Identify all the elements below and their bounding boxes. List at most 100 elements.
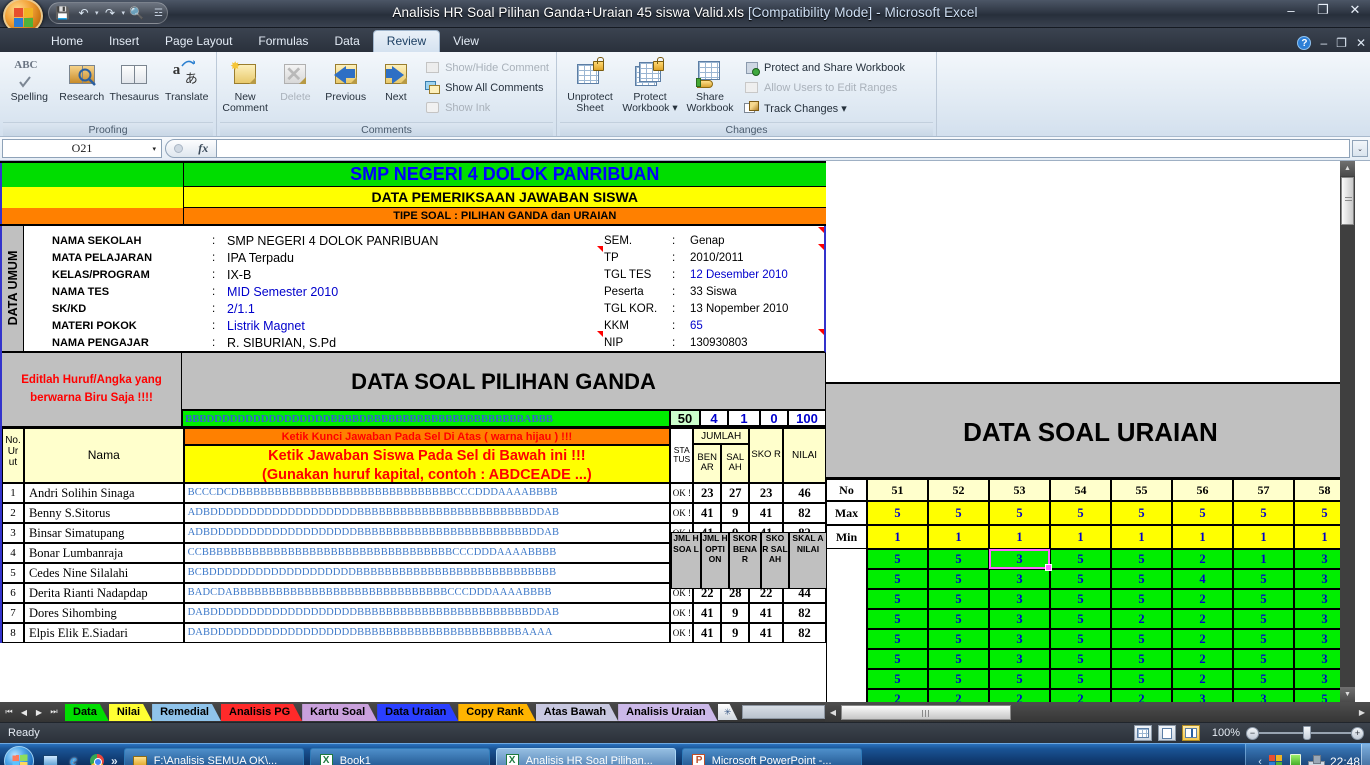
uraian-min-row-cell[interactable]: 1: [1111, 525, 1172, 549]
uraian-score-row-cell[interactable]: 2: [1050, 689, 1111, 702]
zoom-thumb[interactable]: [1303, 726, 1311, 740]
uraian-score-row-cell[interactable]: 2: [1172, 669, 1233, 689]
uraian-score-row-cell[interactable]: 3: [989, 549, 1052, 571]
uraian-score-row-cell[interactable]: 5: [867, 569, 928, 589]
student-no-cell[interactable]: 8: [2, 622, 24, 643]
clock[interactable]: 22:48: [1330, 755, 1360, 765]
quick-launch-more-icon[interactable]: »: [111, 754, 118, 765]
student-answers-cell[interactable]: CCBBBBBBBBBBBBBBBBBBBBBBBBBBBBBBBBBBBCCC…: [183, 542, 671, 563]
show-desktop-icon[interactable]: [42, 753, 59, 765]
value-sk-kd[interactable]: 2/1.1: [227, 302, 255, 316]
student-no-cell[interactable]: 3: [2, 522, 24, 543]
uraian-score-row-cell[interactable]: 5: [928, 609, 989, 629]
value-nama-tes[interactable]: MID Semester 2010: [227, 285, 338, 299]
uraian-max-row-cell[interactable]: 5: [989, 501, 1050, 525]
uraian-max-row-cell[interactable]: 5: [1233, 501, 1294, 525]
uraian-min-row-cell[interactable]: 1: [867, 525, 928, 549]
zoom-out-button[interactable]: −: [1246, 726, 1259, 740]
uraian-score-row-cell[interactable]: 5: [928, 629, 989, 649]
name-box-dropdown-icon[interactable]: ▾: [152, 145, 156, 153]
share-workbook-button[interactable]: Share Workbook: [680, 54, 740, 114]
value-nip[interactable]: 130930803: [690, 337, 748, 349]
show-hide-comment-button[interactable]: Show/Hide Comment: [421, 59, 553, 77]
uraian-score-row-cell[interactable]: 2: [928, 689, 989, 702]
nav-next-sheet-icon[interactable]: ▶: [32, 705, 46, 719]
thesaurus-button[interactable]: Thesaurus: [108, 54, 161, 103]
start-button[interactable]: [4, 746, 34, 765]
uraian-max-row-cell[interactable]: 5: [867, 501, 928, 525]
student-answers-cell[interactable]: BCBDDDDDDDDDDDDDDDDDDDBBBBBBBBBBBBBBBBBB…: [183, 562, 671, 583]
uraian-score-row-cell[interactable]: 5: [1050, 549, 1111, 569]
taskbar-item[interactable]: F:\Analisis SEMUA OK\...: [123, 747, 304, 765]
value-tgl-kor[interactable]: 13 Nopember 2010: [690, 303, 788, 315]
uraian-score-row-cell[interactable]: 5: [867, 589, 928, 609]
value-tgl-tes[interactable]: 12 Desember 2010: [690, 269, 788, 281]
tab-insert[interactable]: Insert: [96, 31, 152, 52]
student-answers-cell[interactable]: BCCCDCDBBBBBBBBBBBBBBBBBBBBBBBBBBBBBBCCC…: [183, 482, 671, 503]
page-break-view-button[interactable]: [1182, 725, 1200, 741]
sheet-tab-atas-bawah[interactable]: Atas Bawah: [536, 704, 618, 721]
student-answers-cell[interactable]: ADBDDDDDDDDDDDDDDDDDDDBBBBBBBBBBBBBBBBBB…: [183, 502, 671, 523]
value-tp[interactable]: 2010/2011: [690, 252, 744, 264]
uraian-score-row-cell[interactable]: 5: [1233, 609, 1294, 629]
student-name-cell[interactable]: Dores Sihombing: [23, 602, 184, 623]
sheet-tab-data[interactable]: Data: [65, 704, 109, 721]
nav-first-sheet-icon[interactable]: ⏮: [2, 705, 16, 719]
ribbon-close-button[interactable]: ✕: [1356, 36, 1366, 50]
sheet-tab-nilai[interactable]: Nilai: [109, 704, 152, 721]
show-all-comments-button[interactable]: Show All Comments: [421, 79, 553, 97]
tab-data[interactable]: Data: [321, 31, 372, 52]
insert-function-group[interactable]: fx: [165, 139, 217, 158]
ribbon-minimize-button[interactable]: –: [1320, 36, 1327, 50]
student-name-cell[interactable]: Derita Rianti Nadapdap: [23, 582, 184, 603]
sheet-tab-kartu-soal[interactable]: Kartu Soal: [302, 704, 377, 721]
minimize-button[interactable]: –: [1280, 3, 1302, 18]
student-no-cell[interactable]: 5: [2, 562, 24, 583]
uraian-score-row-cell[interactable]: 5: [928, 669, 989, 689]
student-answers-cell[interactable]: DABDDDDDDDDDDDDDDDDDDDBBBBBBBBBBBBBBBBBB…: [183, 602, 671, 623]
tray-expand-icon[interactable]: ‹: [1258, 756, 1262, 765]
taskbar-item[interactable]: Book1: [309, 747, 490, 765]
vertical-scrollbar[interactable]: ▲ ▼: [1340, 161, 1355, 702]
restore-button[interactable]: ❐: [1312, 2, 1334, 18]
uraian-score-row-cell[interactable]: 1: [1233, 549, 1294, 569]
sheet-tab-analisis-uraian[interactable]: Analisis Uraian: [618, 704, 717, 721]
scroll-left-button[interactable]: ◀: [825, 705, 841, 720]
answer-key-cell[interactable]: BBBDDDDDDDDDDDDDDDDBBBBDBBBBBBBBBBBBBBBB…: [182, 409, 670, 428]
tab-home[interactable]: Home: [38, 31, 96, 52]
scroll-up-button[interactable]: ▲: [1340, 161, 1355, 176]
delete-comment-button[interactable]: ✕ Delete: [270, 54, 320, 103]
internet-explorer-icon[interactable]: e: [65, 753, 82, 765]
value-nama-pengajar[interactable]: R. SIBURIAN, S.Pd: [227, 336, 336, 350]
nav-prev-sheet-icon[interactable]: ◀: [17, 705, 31, 719]
tab-page-layout[interactable]: Page Layout: [152, 31, 245, 52]
student-name-cell[interactable]: Elpis Elik E.Siadari: [23, 622, 184, 643]
uraian-score-row-cell[interactable]: 3: [989, 609, 1050, 629]
chrome-icon[interactable]: [88, 753, 105, 765]
uraian-score-row-cell[interactable]: 5: [989, 669, 1050, 689]
uraian-score-row-cell[interactable]: 3: [1172, 689, 1233, 702]
name-box[interactable]: O21 ▾: [2, 139, 162, 158]
spelling-button[interactable]: ABC Spelling: [3, 54, 56, 103]
uraian-score-row-cell[interactable]: 2: [1111, 609, 1172, 629]
uraian-score-row-cell[interactable]: 3: [989, 629, 1050, 649]
uraian-score-row-cell[interactable]: 5: [1050, 569, 1111, 589]
protect-and-share-workbook-button[interactable]: Protect and Share Workbook: [740, 59, 909, 77]
uraian-score-row-cell[interactable]: 5: [1233, 629, 1294, 649]
uraian-score-row-cell[interactable]: 5: [1233, 569, 1294, 589]
uraian-score-row-cell[interactable]: 2: [1172, 649, 1233, 669]
uraian-score-row-cell[interactable]: 5: [1111, 549, 1172, 569]
value-peserta[interactable]: 33 Siswa: [690, 286, 737, 298]
scroll-right-button[interactable]: ▶: [1354, 705, 1370, 720]
sheet-tab-analisis-pg[interactable]: Analisis PG: [221, 704, 302, 721]
insert-worksheet-icon[interactable]: ✳: [718, 704, 738, 720]
uraian-score-row-cell[interactable]: 3: [989, 589, 1050, 609]
uraian-score-row-cell[interactable]: 2: [1172, 549, 1233, 569]
sheet-tab-data-uraian[interactable]: Data Uraian: [377, 704, 458, 721]
uraian-score-row-cell[interactable]: 5: [1050, 669, 1111, 689]
next-comment-button[interactable]: Next: [371, 54, 421, 103]
uraian-score-row-cell[interactable]: 3: [989, 569, 1050, 589]
student-answers-cell[interactable]: BADCDABBBBBBBBBBBBBBBBBBBBBBBBBBBBBBCCCD…: [183, 582, 671, 603]
previous-comment-button[interactable]: Previous: [321, 54, 371, 103]
table-row[interactable]: 7 Dores Sihombing DABDDDDDDDDDDDDDDDDDDDBB…: [2, 602, 826, 623]
